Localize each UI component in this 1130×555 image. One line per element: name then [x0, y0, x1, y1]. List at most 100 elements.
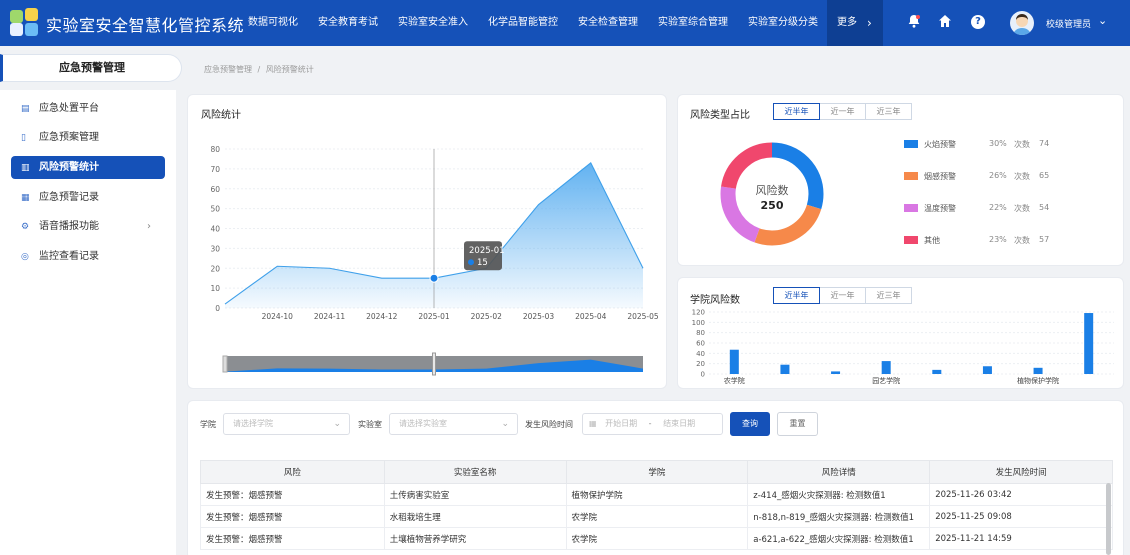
nav-item-lab-management[interactable]: 实验室综合管理 — [648, 0, 738, 46]
list-icon: ▤ — [21, 104, 30, 114]
column-header-college[interactable]: 学院 — [565, 460, 749, 484]
college-select[interactable]: 请选择学院 ⌄ — [223, 413, 350, 435]
donut-center-value: 250 — [760, 199, 784, 212]
sidebar-item-warning-records[interactable]: ▦ 应急预警记录 — [11, 186, 165, 209]
bar — [780, 364, 790, 374]
nav-item-safety-inspection[interactable]: 安全检查管理 — [568, 0, 648, 46]
sidebar-item-voice-broadcast[interactable]: ⚙ 语音播报功能 › — [11, 215, 165, 238]
nav-item-safety-exam[interactable]: 安全教育考试 — [308, 0, 388, 46]
risk-area-chart[interactable]: 0 10 20 30 40 50 60 70 80 2024-10 2024-11 2024-12 20… — [187, 94, 667, 389]
sidebar-item-label: 语音播报功能 — [39, 221, 99, 232]
x-tick-label: 2025-03 — [523, 312, 555, 321]
y-tick-label: 60 — [696, 340, 705, 348]
camera-icon: ◎ — [21, 252, 29, 262]
sidebar-item-label: 应急处置平台 — [39, 103, 99, 114]
table-cell: 农学院 — [565, 505, 749, 528]
table-cell: 农学院 — [565, 527, 749, 550]
donut-center-label: 风险数 — [755, 184, 789, 197]
y-tick-label: 40 — [696, 350, 705, 358]
avatar[interactable] — [1010, 11, 1034, 35]
table-cell: 土传病害实验室 — [383, 483, 567, 506]
table-cell: n-818,n-819_感烟火灾探测器: 检测数值1 — [747, 505, 931, 528]
calendar-icon: ▦ — [589, 419, 597, 428]
nav-item-chemical-control[interactable]: 化学品智能管控 — [478, 0, 568, 46]
legend-percent: 30% — [989, 139, 1007, 148]
lab-select-placeholder: 请选择实验室 — [399, 419, 447, 428]
top-navigation-bar: 实验室安全智慧化管控系统 数据可视化 安全教育考试 实验室安全准入 化学品智能管… — [0, 0, 1130, 46]
tooltip-date: 2025-01 — [469, 246, 505, 256]
end-date-placeholder: 结束日期 — [663, 419, 696, 428]
table-scrollbar[interactable] — [1106, 483, 1111, 555]
column-header-lab-name[interactable]: 实验室名称 — [383, 460, 567, 484]
risk-type-tabs: 近半年 近一年 近三年 — [773, 103, 912, 120]
clipboard-icon: ▦ — [21, 193, 30, 203]
table-cell: 2025-11-25 09:08 — [929, 505, 1113, 528]
date-range-picker[interactable]: ▦ 开始日期 - 结束日期 — [582, 413, 723, 435]
nav-item-lab-access[interactable]: 实验室安全准入 — [388, 0, 478, 46]
x-tick-label: 园艺学院 — [872, 376, 900, 385]
college-risk-bar-chart[interactable]: 0 20 40 60 80 100 120 农学院 园艺学院 植物保护学院 — [677, 277, 1124, 389]
table-row[interactable]: 发生预警：烟感预警 水稻栽培生理 农学院 n-818,n-819_感烟火灾探测器… — [200, 505, 1113, 528]
legend-item[interactable]: 温度预警 22% 次数 54 — [904, 201, 1054, 215]
legend-name: 烟感预警 — [924, 172, 956, 181]
y-tick-label: 40 — [210, 225, 220, 234]
x-tick-label: 农学院 — [724, 376, 745, 385]
nav-more-label: 更多 — [837, 17, 857, 28]
tab-half-year[interactable]: 近半年 — [773, 103, 820, 120]
sidebar-item-monitor-records[interactable]: ◎ 监控查看记录 — [11, 245, 165, 268]
sidebar-item-emergency-platform[interactable]: ▤ 应急处置平台 — [11, 97, 165, 120]
zoom-handle-middle — [432, 352, 436, 376]
y-tick-label: 50 — [210, 205, 220, 214]
help-icon[interactable]: ? — [971, 15, 985, 29]
column-header-risk-detail[interactable]: 风险详情 — [747, 460, 931, 484]
legend-item[interactable]: 烟感预警 26% 次数 65 — [904, 169, 1054, 183]
tooltip-value: 15 — [477, 258, 488, 268]
y-tick-label: 10 — [210, 284, 220, 293]
table-cell: a-621,a-622_感烟火灾探测器: 检测数值1 — [747, 527, 931, 550]
app-logo — [10, 8, 40, 36]
breadcrumb-parent[interactable]: 应急预警管理 — [204, 65, 252, 74]
nav-item-data-visualization[interactable]: 数据可视化 — [238, 0, 308, 46]
sidebar-item-label: 风险预警统计 — [39, 162, 99, 173]
y-tick-label: 100 — [692, 319, 705, 327]
table-row[interactable]: 发生预警：烟感预警 土壤植物营养学研究 农学院 a-621,a-622_感烟火灾… — [200, 527, 1113, 550]
user-name[interactable]: 校级管理员 — [1046, 17, 1091, 30]
legend-item[interactable]: 其他 23% 次数 57 — [904, 233, 1054, 247]
sidebar-header: 应急预警管理 — [0, 54, 182, 82]
table-header-row: 风险 实验室名称 学院 风险详情 发生风险时间 — [200, 460, 1113, 484]
legend-item[interactable]: 火焰预警 30% 次数 74 — [904, 137, 1054, 151]
column-header-risk-time[interactable]: 发生风险时间 — [929, 460, 1113, 484]
y-tick-label: 80 — [210, 145, 220, 154]
sidebar-item-risk-statistics[interactable]: ▥ 风险预警统计 — [11, 156, 165, 179]
y-tick-label: 120 — [692, 309, 705, 317]
column-header-risk[interactable]: 风险 — [200, 460, 385, 484]
y-tick-label: 0 — [701, 371, 705, 379]
table-cell: 土壤植物营养学研究 — [383, 527, 567, 550]
home-icon[interactable] — [937, 14, 953, 30]
main-nav: 数据可视化 安全教育考试 实验室安全准入 化学品智能管控 安全检查管理 实验室综… — [238, 0, 828, 46]
y-tick-label: 30 — [210, 244, 220, 253]
bell-icon[interactable] — [906, 14, 922, 30]
sidebar-item-label: 监控查看记录 — [39, 251, 99, 262]
chevron-down-icon: ⌄ — [333, 419, 341, 429]
nav-item-lab-classification[interactable]: 实验室分级分类 — [738, 0, 828, 46]
tab-one-year[interactable]: 近一年 — [819, 103, 866, 120]
tab-half-year[interactable]: 近半年 — [773, 287, 820, 304]
nav-more-button[interactable]: 更多 › — [827, 0, 883, 46]
legend-percent: 22% — [989, 203, 1007, 212]
table-cell: 发生预警：烟感预警 — [200, 527, 385, 550]
bar — [1033, 367, 1043, 374]
legend-swatch — [904, 172, 918, 180]
sidebar-item-emergency-plan[interactable]: ▯ 应急预案管理 — [11, 126, 165, 149]
college-select-placeholder: 请选择学院 — [233, 419, 273, 428]
bar-chart-icon: ▥ — [21, 163, 30, 173]
table-cell: 2025-11-26 03:42 — [929, 483, 1113, 506]
query-button[interactable]: 查询 — [730, 412, 770, 436]
reset-button[interactable]: 重置 — [777, 412, 818, 436]
chevron-down-icon[interactable]: ⌄ — [1098, 14, 1107, 27]
tab-three-years[interactable]: 近三年 — [865, 103, 912, 120]
lab-select[interactable]: 请选择实验室 ⌄ — [389, 413, 518, 435]
risk-type-title: 风险类型占比 — [690, 110, 750, 121]
table-row[interactable]: 发生预警：烟感预警 土传病害实验室 植物保护学院 z-414_感烟火灾探测器: … — [200, 483, 1113, 506]
table-cell: 水稻栽培生理 — [383, 505, 567, 528]
